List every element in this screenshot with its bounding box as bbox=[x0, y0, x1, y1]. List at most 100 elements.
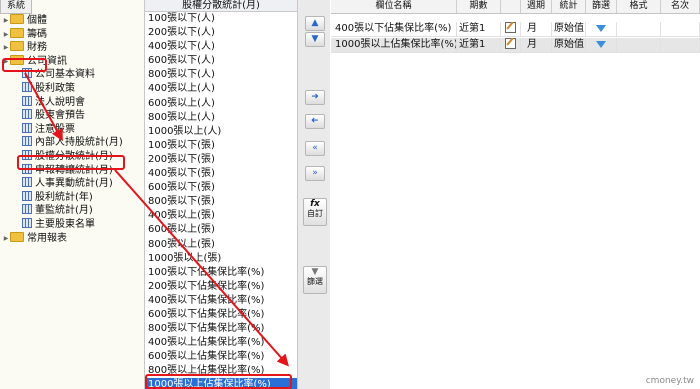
grid-cell-cycle[interactable]: 月 bbox=[521, 38, 552, 52]
field-list-item[interactable]: 800張以下(張) bbox=[145, 195, 297, 209]
field-list-item[interactable]: 600張以上(人) bbox=[145, 97, 297, 111]
grid-cell-cycle[interactable]: 月 bbox=[521, 22, 552, 36]
funnel-icon[interactable] bbox=[596, 41, 606, 48]
field-list-item[interactable]: 100張以下(張) bbox=[145, 139, 297, 153]
field-list-item[interactable]: 400張以上(人) bbox=[145, 82, 297, 96]
field-list-item[interactable]: 600張以下佔集保比率(%) bbox=[145, 308, 297, 322]
field-list-item[interactable]: 400張以下(張) bbox=[145, 167, 297, 181]
grid-column-header[interactable] bbox=[501, 0, 521, 13]
grid-cell-empty[interactable] bbox=[617, 22, 661, 36]
tree-item[interactable]: ▶ 財務 bbox=[2, 41, 47, 55]
field-list-item[interactable]: 400張以下(人) bbox=[145, 40, 297, 54]
grid-cell-stat[interactable]: 原始值 bbox=[552, 38, 586, 52]
edit-period-cell[interactable] bbox=[501, 38, 521, 52]
move-up-button[interactable]: ▲ bbox=[305, 16, 325, 31]
remove-field-button[interactable]: ➜ bbox=[305, 114, 325, 129]
expand-arrow-icon[interactable]: ▶ bbox=[2, 14, 10, 28]
grid-cell-name[interactable]: 1000張以上佔集保比率(%) bbox=[331, 38, 457, 52]
grid-column-header[interactable]: 期數 bbox=[457, 0, 501, 13]
tree-item-label: 常用報表 bbox=[27, 232, 67, 244]
add-all-button[interactable]: » bbox=[305, 166, 325, 181]
table-icon bbox=[22, 190, 32, 201]
tree-item-label: 董監統計(月) bbox=[35, 205, 93, 217]
filter-cell[interactable] bbox=[586, 22, 617, 36]
grid-row[interactable]: 1000張以上佔集保比率(%) 近第1 月原始值 bbox=[331, 38, 700, 53]
watermark: cmoney.tw bbox=[645, 376, 694, 386]
grid-cell-name[interactable]: 400張以下佔集保比率(%) bbox=[331, 22, 457, 36]
tree-item-label: 主要股東名單 bbox=[35, 219, 95, 230]
tree-item-label: 法人說明會 bbox=[35, 96, 85, 108]
grid-cell-empty[interactable] bbox=[661, 22, 700, 36]
grid-column-header[interactable]: 篩選 bbox=[586, 0, 617, 13]
field-list-item[interactable]: 600張以下(張) bbox=[145, 181, 297, 195]
grid-row[interactable]: 400張以下佔集保比率(%) 近第1 月原始值 bbox=[331, 22, 700, 37]
tree-item[interactable]: ▶ 個體 bbox=[2, 14, 47, 28]
tree-item[interactable]: 人事異動統計(月) bbox=[22, 177, 113, 191]
grid-column-header[interactable]: 格式 bbox=[617, 0, 661, 13]
field-list-item[interactable]: 600張以上佔集保比率(%) bbox=[145, 350, 297, 364]
edit-period-cell[interactable] bbox=[501, 22, 521, 36]
double-arrow-left-icon: « bbox=[312, 143, 318, 153]
field-list-item[interactable]: 100張以下(人) bbox=[145, 12, 297, 26]
field-list-item[interactable]: 800張以下佔集保比率(%) bbox=[145, 322, 297, 336]
grid-cell-period[interactable]: 近第1 bbox=[457, 38, 501, 52]
field-list-item[interactable]: 800張以上(人) bbox=[145, 111, 297, 125]
grid-column-header[interactable]: 名次 bbox=[661, 0, 700, 13]
grid-cell-period[interactable]: 近第1 bbox=[457, 22, 501, 36]
annotation-box-selected-field bbox=[145, 374, 292, 389]
expand-arrow-icon[interactable]: ▶ bbox=[2, 232, 10, 246]
expand-arrow-icon[interactable]: ▶ bbox=[2, 28, 10, 42]
field-list-item[interactable]: 800張以上(張) bbox=[145, 238, 297, 252]
grid-column-header[interactable]: 統計 bbox=[552, 0, 586, 13]
action-buttons: ▲ ▼ ➜ ➜ « » fx 自訂 ▼ 篩選 bbox=[298, 0, 330, 389]
edit-icon[interactable] bbox=[505, 38, 516, 49]
field-list-item[interactable]: 400張以下佔集保比率(%) bbox=[145, 294, 297, 308]
filter-button-label: 篩選 bbox=[307, 277, 323, 286]
tree-item[interactable]: 董監統計(月) bbox=[22, 204, 93, 218]
tree-item[interactable]: 內部人持股統計(月) bbox=[22, 136, 123, 150]
table-icon bbox=[22, 109, 32, 120]
grid-cell-stat[interactable]: 原始值 bbox=[552, 22, 586, 36]
field-list-item[interactable]: 1000張以上(張) bbox=[145, 252, 297, 266]
grid-cell-empty[interactable] bbox=[617, 38, 661, 52]
field-list-item[interactable]: 200張以下(張) bbox=[145, 153, 297, 167]
tree-item[interactable]: ▶ 籌碼 bbox=[2, 27, 47, 42]
filter-cell[interactable] bbox=[586, 38, 617, 52]
tree-item[interactable]: 股利政策 bbox=[22, 82, 75, 96]
grid-column-header[interactable]: 週期 bbox=[521, 0, 552, 13]
grid-cell-empty[interactable] bbox=[661, 38, 700, 52]
move-down-button[interactable]: ▼ bbox=[305, 32, 325, 47]
field-list-item[interactable]: 400張以上(張) bbox=[145, 209, 297, 223]
custom-button[interactable]: fx 自訂 bbox=[303, 198, 327, 226]
folder-icon bbox=[10, 14, 24, 24]
annotation-box-equity-distribution bbox=[17, 155, 125, 170]
tree-item-label: 內部人持股統計(月) bbox=[35, 137, 123, 149]
field-list-item[interactable]: 1000張以上(人) bbox=[145, 125, 297, 139]
tree-item[interactable]: ▶ 常用報表 bbox=[2, 231, 67, 246]
tree-item[interactable]: 主要股東名單 bbox=[22, 218, 95, 232]
field-list-item[interactable]: 100張以下佔集保比率(%) bbox=[145, 266, 297, 280]
filter-button[interactable]: ▼ 篩選 bbox=[303, 266, 327, 294]
tree-tab[interactable]: 系統 bbox=[0, 0, 32, 14]
add-field-button[interactable]: ➜ bbox=[305, 90, 325, 105]
field-list-item[interactable]: 400張以上佔集保比率(%) bbox=[145, 336, 297, 350]
tree-item-label: 籌碼 bbox=[27, 28, 47, 40]
edit-icon[interactable] bbox=[505, 22, 516, 33]
tree-item[interactable]: 注意股票 bbox=[22, 122, 75, 137]
field-list-item[interactable]: 200張以下佔集保比率(%) bbox=[145, 280, 297, 294]
tree-item[interactable]: 法人說明會 bbox=[22, 95, 85, 110]
field-list-item[interactable]: 600張以上(張) bbox=[145, 223, 297, 237]
tree-item[interactable]: 股東會預告 bbox=[22, 109, 85, 123]
funnel-icon[interactable] bbox=[596, 25, 606, 32]
table-icon bbox=[22, 218, 32, 228]
field-list-item[interactable]: 800張以下(人) bbox=[145, 68, 297, 82]
expand-arrow-icon[interactable]: ▶ bbox=[2, 41, 10, 55]
field-list-header: 股權分散統計(月) bbox=[145, 0, 297, 12]
field-list-item[interactable]: 600張以下(人) bbox=[145, 54, 297, 68]
remove-all-button[interactable]: « bbox=[305, 141, 325, 156]
grid-column-header[interactable]: 欄位名稱 bbox=[331, 0, 457, 13]
tree-item-label: 個體 bbox=[27, 15, 47, 26]
field-list-item[interactable]: 200張以下(人) bbox=[145, 26, 297, 40]
tree-item-label: 人事異動統計(月) bbox=[35, 178, 113, 190]
tree-item[interactable]: 股利統計(年) bbox=[22, 190, 93, 205]
